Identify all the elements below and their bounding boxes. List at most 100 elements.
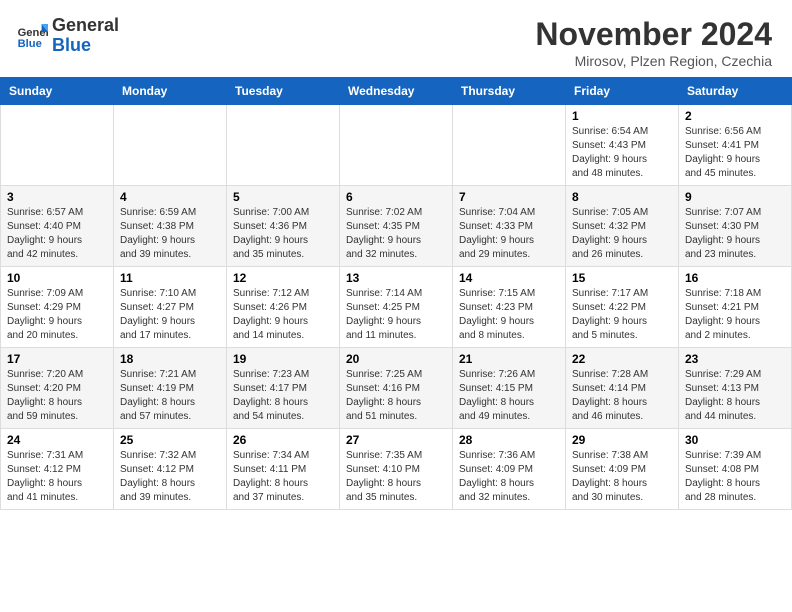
day-header-friday: Friday <box>566 78 679 105</box>
day-number: 9 <box>685 190 785 204</box>
calendar-day-19: 19 Sunrise: 7:23 AM Sunset: 4:17 PM Dayli… <box>227 348 340 429</box>
calendar-day-26: 26 Sunrise: 7:34 AM Sunset: 4:11 PM Dayli… <box>227 429 340 510</box>
day-header-wednesday: Wednesday <box>340 78 453 105</box>
day-number: 20 <box>346 352 446 366</box>
day-info: Sunrise: 7:07 AM Sunset: 4:30 PM Dayligh… <box>685 206 785 262</box>
day-info: Sunrise: 7:35 AM Sunset: 4:10 PM Dayligh… <box>346 449 446 505</box>
calendar-day-8: 8 Sunrise: 7:05 AM Sunset: 4:32 PM Daylig… <box>566 186 679 267</box>
calendar-empty-cell <box>340 105 453 186</box>
calendar-day-23: 23 Sunrise: 7:29 AM Sunset: 4:13 PM Dayli… <box>679 348 792 429</box>
calendar-day-21: 21 Sunrise: 7:26 AM Sunset: 4:15 PM Dayli… <box>453 348 566 429</box>
day-info: Sunrise: 7:00 AM Sunset: 4:36 PM Dayligh… <box>233 206 333 262</box>
logo: General Blue General Blue <box>16 16 119 56</box>
calendar-day-10: 10 Sunrise: 7:09 AM Sunset: 4:29 PM Dayli… <box>1 267 114 348</box>
day-info: Sunrise: 6:54 AM Sunset: 4:43 PM Dayligh… <box>572 125 672 181</box>
calendar-day-3: 3Sunrise: 6:57 AM Sunset: 4:40 PM Daylig… <box>1 186 114 267</box>
day-number: 15 <box>572 271 672 285</box>
day-number: 30 <box>685 433 785 447</box>
day-number: 16 <box>685 271 785 285</box>
day-info: Sunrise: 7:18 AM Sunset: 4:21 PM Dayligh… <box>685 287 785 343</box>
calendar-table: SundayMondayTuesdayWednesdayThursdayFrid… <box>0 77 792 510</box>
day-header-monday: Monday <box>114 78 227 105</box>
day-info: Sunrise: 7:09 AM Sunset: 4:29 PM Dayligh… <box>7 287 107 343</box>
day-number: 29 <box>572 433 672 447</box>
calendar-day-30: 30 Sunrise: 7:39 AM Sunset: 4:08 PM Dayli… <box>679 429 792 510</box>
day-info: Sunrise: 6:56 AM Sunset: 4:41 PM Dayligh… <box>685 125 785 181</box>
calendar-day-25: 25 Sunrise: 7:32 AM Sunset: 4:12 PM Dayli… <box>114 429 227 510</box>
calendar-day-12: 12 Sunrise: 7:12 AM Sunset: 4:26 PM Dayli… <box>227 267 340 348</box>
day-info: Sunrise: 7:32 AM Sunset: 4:12 PM Dayligh… <box>120 449 220 505</box>
day-header-tuesday: Tuesday <box>227 78 340 105</box>
logo-text-general: General <box>52 16 119 36</box>
day-info: Sunrise: 7:25 AM Sunset: 4:16 PM Dayligh… <box>346 368 446 424</box>
day-header-saturday: Saturday <box>679 78 792 105</box>
calendar-header-row: SundayMondayTuesdayWednesdayThursdayFrid… <box>1 78 792 105</box>
svg-text:Blue: Blue <box>18 38 42 50</box>
day-info: Sunrise: 7:10 AM Sunset: 4:27 PM Dayligh… <box>120 287 220 343</box>
day-info: Sunrise: 7:23 AM Sunset: 4:17 PM Dayligh… <box>233 368 333 424</box>
day-number: 19 <box>233 352 333 366</box>
logo-text-blue: Blue <box>52 36 119 56</box>
day-info: Sunrise: 7:34 AM Sunset: 4:11 PM Dayligh… <box>233 449 333 505</box>
calendar-day-16: 16 Sunrise: 7:18 AM Sunset: 4:21 PM Dayli… <box>679 267 792 348</box>
calendar-day-24: 24 Sunrise: 7:31 AM Sunset: 4:12 PM Dayli… <box>1 429 114 510</box>
calendar-day-28: 28Sunrise: 7:36 AM Sunset: 4:09 PM Dayli… <box>453 429 566 510</box>
calendar-day-20: 20 Sunrise: 7:25 AM Sunset: 4:16 PM Dayli… <box>340 348 453 429</box>
calendar-day-5: 5 Sunrise: 7:00 AM Sunset: 4:36 PM Daylig… <box>227 186 340 267</box>
calendar-empty-cell <box>453 105 566 186</box>
day-number: 23 <box>685 352 785 366</box>
day-number: 10 <box>7 271 107 285</box>
day-info: Sunrise: 7:02 AM Sunset: 4:35 PM Dayligh… <box>346 206 446 262</box>
day-header-thursday: Thursday <box>453 78 566 105</box>
day-number: 22 <box>572 352 672 366</box>
day-number: 8 <box>572 190 672 204</box>
calendar-day-6: 6 Sunrise: 7:02 AM Sunset: 4:35 PM Daylig… <box>340 186 453 267</box>
day-info: Sunrise: 7:20 AM Sunset: 4:20 PM Dayligh… <box>7 368 107 424</box>
day-number: 14 <box>459 271 559 285</box>
calendar-day-15: 15 Sunrise: 7:17 AM Sunset: 4:22 PM Dayli… <box>566 267 679 348</box>
month-title: November 2024 <box>535 16 772 53</box>
day-info: Sunrise: 7:26 AM Sunset: 4:15 PM Dayligh… <box>459 368 559 424</box>
calendar-day-7: 7Sunrise: 7:04 AM Sunset: 4:33 PM Daylig… <box>453 186 566 267</box>
calendar-day-29: 29Sunrise: 7:38 AM Sunset: 4:09 PM Dayli… <box>566 429 679 510</box>
day-number: 5 <box>233 190 333 204</box>
calendar-week-row: 17 Sunrise: 7:20 AM Sunset: 4:20 PM Dayli… <box>1 348 792 429</box>
day-number: 21 <box>459 352 559 366</box>
calendar-empty-cell <box>227 105 340 186</box>
day-info: Sunrise: 7:31 AM Sunset: 4:12 PM Dayligh… <box>7 449 107 505</box>
calendar-day-14: 14 Sunrise: 7:15 AM Sunset: 4:23 PM Dayli… <box>453 267 566 348</box>
day-number: 2 <box>685 109 785 123</box>
day-number: 24 <box>7 433 107 447</box>
calendar-day-13: 13Sunrise: 7:14 AM Sunset: 4:25 PM Dayli… <box>340 267 453 348</box>
day-info: Sunrise: 7:14 AM Sunset: 4:25 PM Dayligh… <box>346 287 446 343</box>
calendar-empty-cell <box>114 105 227 186</box>
calendar-day-2: 2 Sunrise: 6:56 AM Sunset: 4:41 PM Daylig… <box>679 105 792 186</box>
day-info: Sunrise: 7:29 AM Sunset: 4:13 PM Dayligh… <box>685 368 785 424</box>
day-number: 28 <box>459 433 559 447</box>
day-number: 12 <box>233 271 333 285</box>
day-number: 18 <box>120 352 220 366</box>
day-number: 11 <box>120 271 220 285</box>
day-number: 26 <box>233 433 333 447</box>
day-number: 17 <box>7 352 107 366</box>
day-number: 25 <box>120 433 220 447</box>
day-info: Sunrise: 7:15 AM Sunset: 4:23 PM Dayligh… <box>459 287 559 343</box>
day-info: Sunrise: 7:12 AM Sunset: 4:26 PM Dayligh… <box>233 287 333 343</box>
calendar-day-11: 11 Sunrise: 7:10 AM Sunset: 4:27 PM Dayli… <box>114 267 227 348</box>
day-info: Sunrise: 6:59 AM Sunset: 4:38 PM Dayligh… <box>120 206 220 262</box>
calendar-week-row: 1Sunrise: 6:54 AM Sunset: 4:43 PM Daylig… <box>1 105 792 186</box>
title-block: November 2024 Mirosov, Plzen Region, Cze… <box>535 16 772 69</box>
day-number: 3 <box>7 190 107 204</box>
day-number: 4 <box>120 190 220 204</box>
day-number: 27 <box>346 433 446 447</box>
calendar-empty-cell <box>1 105 114 186</box>
day-info: Sunrise: 7:05 AM Sunset: 4:32 PM Dayligh… <box>572 206 672 262</box>
calendar-day-22: 22Sunrise: 7:28 AM Sunset: 4:14 PM Dayli… <box>566 348 679 429</box>
day-info: Sunrise: 7:39 AM Sunset: 4:08 PM Dayligh… <box>685 449 785 505</box>
day-info: Sunrise: 7:17 AM Sunset: 4:22 PM Dayligh… <box>572 287 672 343</box>
calendar-day-9: 9 Sunrise: 7:07 AM Sunset: 4:30 PM Daylig… <box>679 186 792 267</box>
logo-icon: General Blue <box>16 20 48 52</box>
day-number: 6 <box>346 190 446 204</box>
calendar-day-1: 1Sunrise: 6:54 AM Sunset: 4:43 PM Daylig… <box>566 105 679 186</box>
day-number: 7 <box>459 190 559 204</box>
